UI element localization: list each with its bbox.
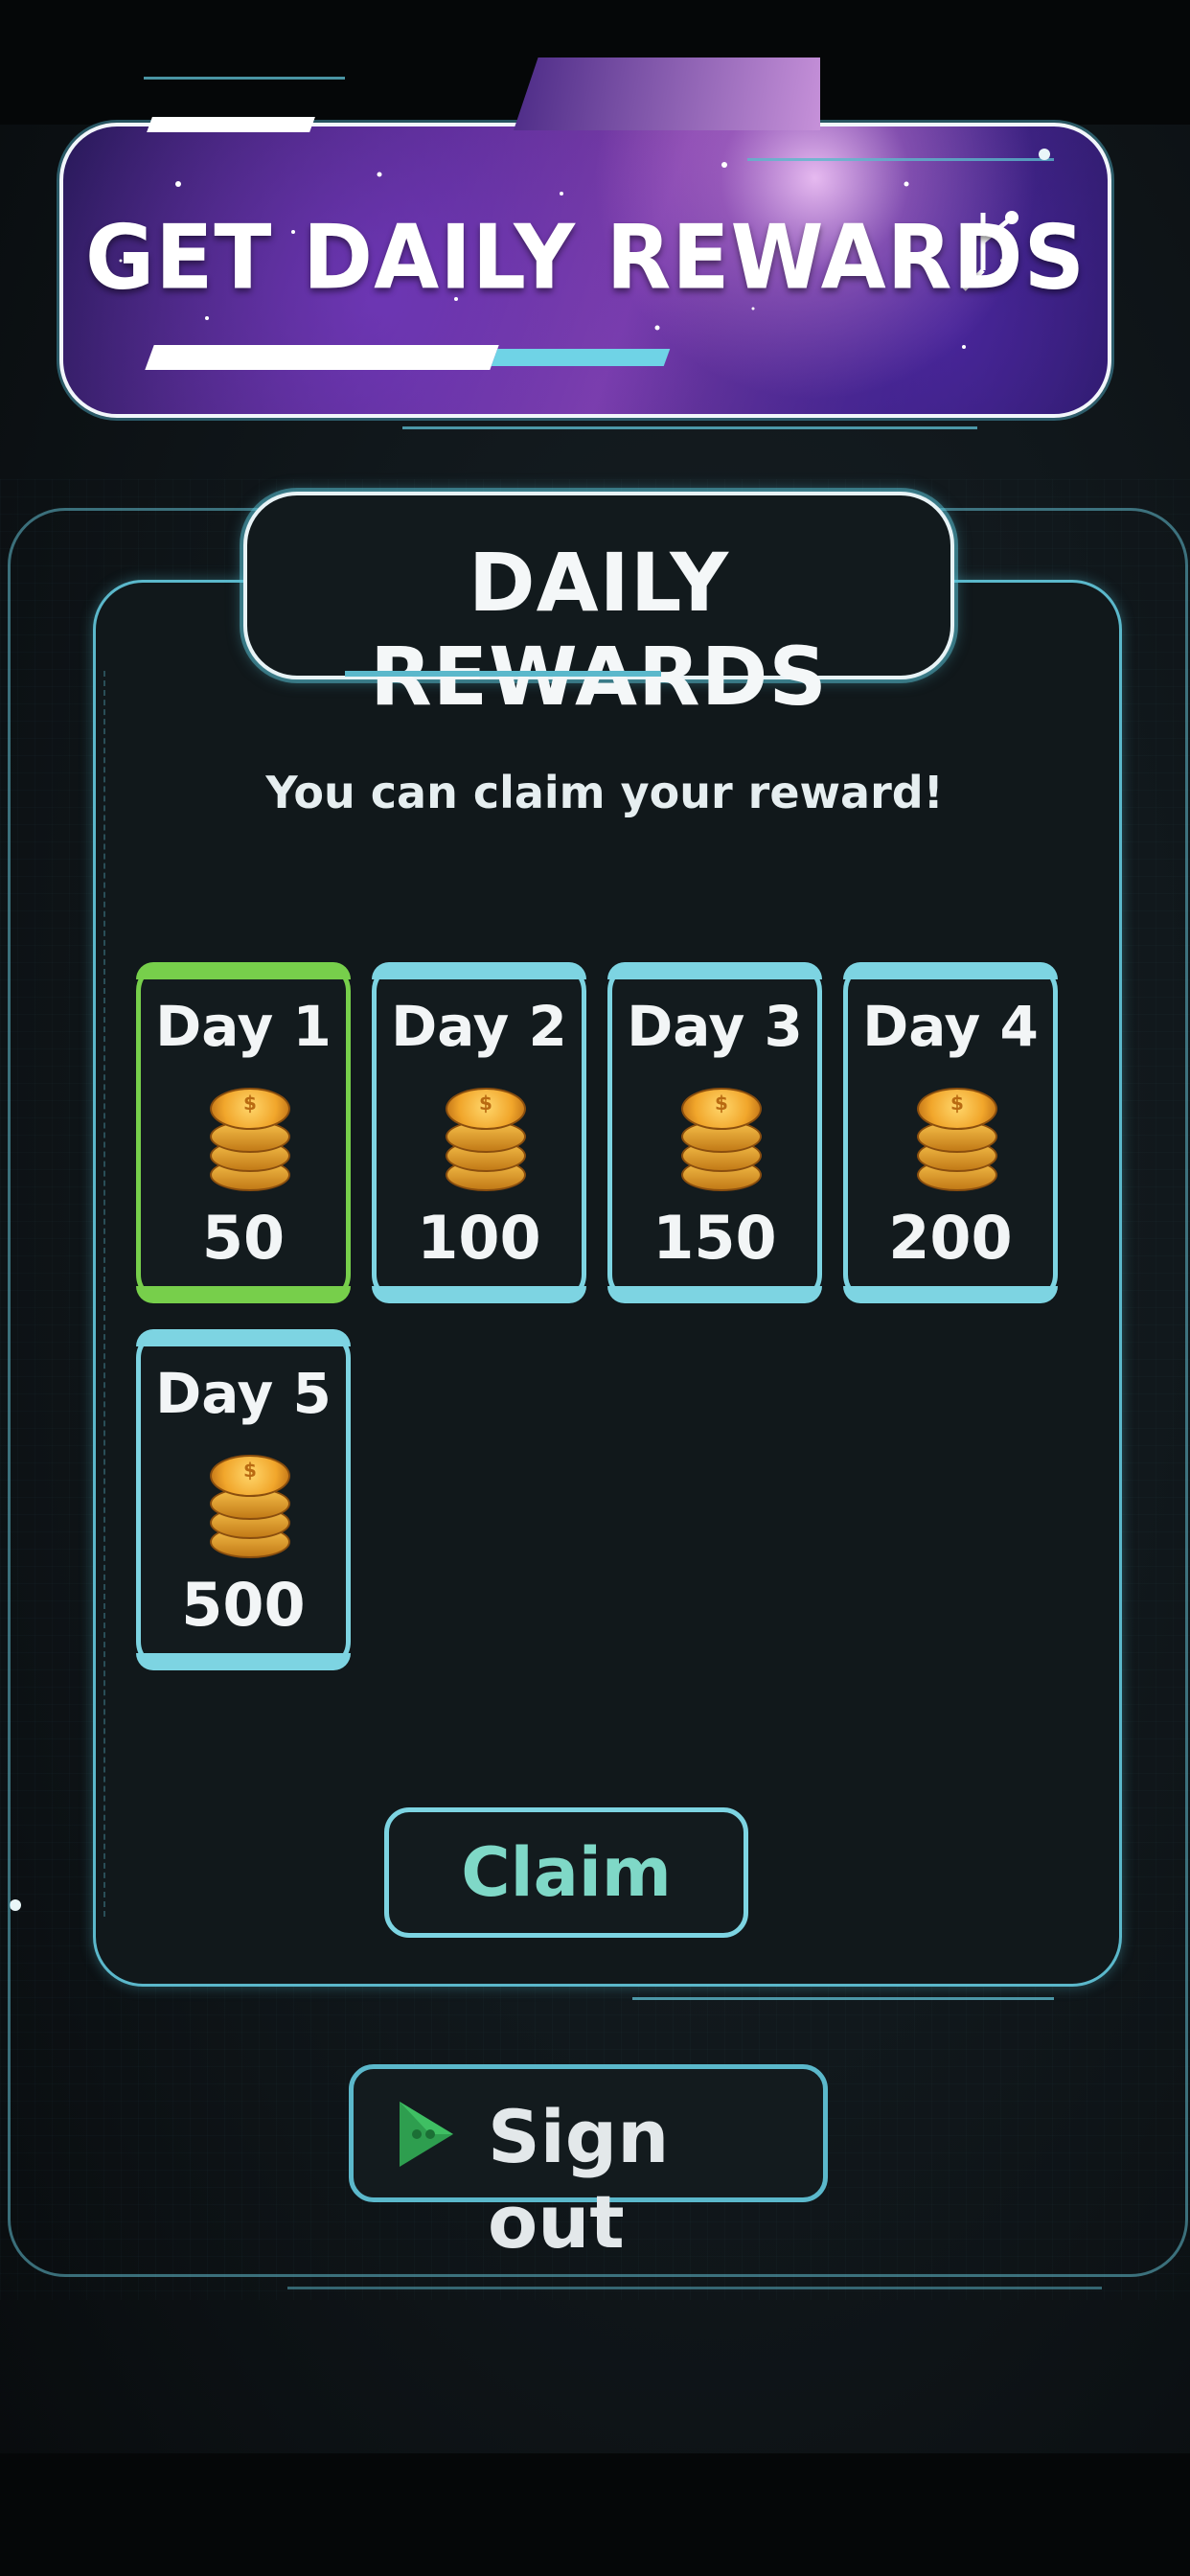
card-top-edge — [136, 962, 351, 979]
sign-out-button[interactable]: Sign out — [349, 2064, 828, 2265]
deco-line — [144, 77, 345, 80]
coin-stack-icon: $ — [917, 1084, 997, 1191]
coin-stack-icon: $ — [210, 1451, 290, 1558]
deco-dot — [1039, 149, 1050, 160]
coin-stack-icon: $ — [446, 1084, 526, 1191]
banner-title: GET DAILY REWARDS — [85, 205, 1086, 310]
card-top-edge — [372, 962, 586, 979]
day-card-3[interactable]: Day 3 $150 — [607, 962, 822, 1303]
reward-amount: 200 — [888, 1203, 1013, 1273]
banner-stripe-cyan — [491, 349, 671, 366]
claim-button-label: Claim — [461, 1833, 672, 1912]
google-play-games-icon — [400, 2102, 453, 2167]
card-bottom-edge — [136, 1653, 351, 1670]
day-label: Day 3 — [627, 994, 803, 1059]
day-card-1[interactable]: Day 1 $50 — [136, 962, 351, 1303]
coin-stack-icon: $ — [681, 1084, 762, 1191]
deco-line — [747, 158, 1054, 161]
card-bottom-edge — [372, 1286, 586, 1303]
reward-amount: 500 — [181, 1570, 306, 1640]
daily-rewards-banner: GET DAILY REWARDS — [59, 58, 1111, 418]
claim-status-text: You can claim your reward! — [265, 767, 944, 818]
banner-stripe-white — [145, 345, 499, 370]
card-top-edge — [136, 1329, 351, 1346]
rewards-title: DAILY REWARDS — [370, 536, 828, 724]
reward-amount: 50 — [201, 1203, 286, 1273]
claim-button[interactable]: Claim — [384, 1807, 748, 1938]
day-label: Day 1 — [155, 994, 332, 1059]
card-bottom-edge — [843, 1286, 1058, 1303]
panel-dashed-edge — [103, 671, 105, 1917]
card-top-edge — [607, 962, 822, 979]
deco-line — [402, 426, 977, 429]
card-bottom-edge — [607, 1286, 822, 1303]
bottom-bar — [0, 2453, 1190, 2576]
sign-out-label: Sign out — [488, 2094, 670, 2265]
rewards-header: DAILY REWARDS — [243, 492, 954, 724]
coin-stack-icon: $ — [210, 1084, 290, 1191]
banner-tab-decoration — [514, 58, 820, 130]
day-card-5[interactable]: Day 5 $500 — [136, 1329, 351, 1670]
reward-amount: 150 — [652, 1203, 777, 1273]
header-underline — [345, 671, 661, 677]
card-bottom-edge — [136, 1286, 351, 1303]
day-label: Day 2 — [391, 994, 567, 1059]
deco-line — [287, 2287, 1102, 2289]
card-top-edge — [843, 962, 1058, 979]
day-label: Day 4 — [862, 994, 1039, 1059]
day-card-4[interactable]: Day 4 $200 — [843, 962, 1058, 1303]
reward-amount: 100 — [417, 1203, 541, 1273]
day-label: Day 5 — [155, 1361, 332, 1426]
banner-stripe-top — [147, 117, 315, 132]
day-card-2[interactable]: Day 2 $100 — [372, 962, 586, 1303]
